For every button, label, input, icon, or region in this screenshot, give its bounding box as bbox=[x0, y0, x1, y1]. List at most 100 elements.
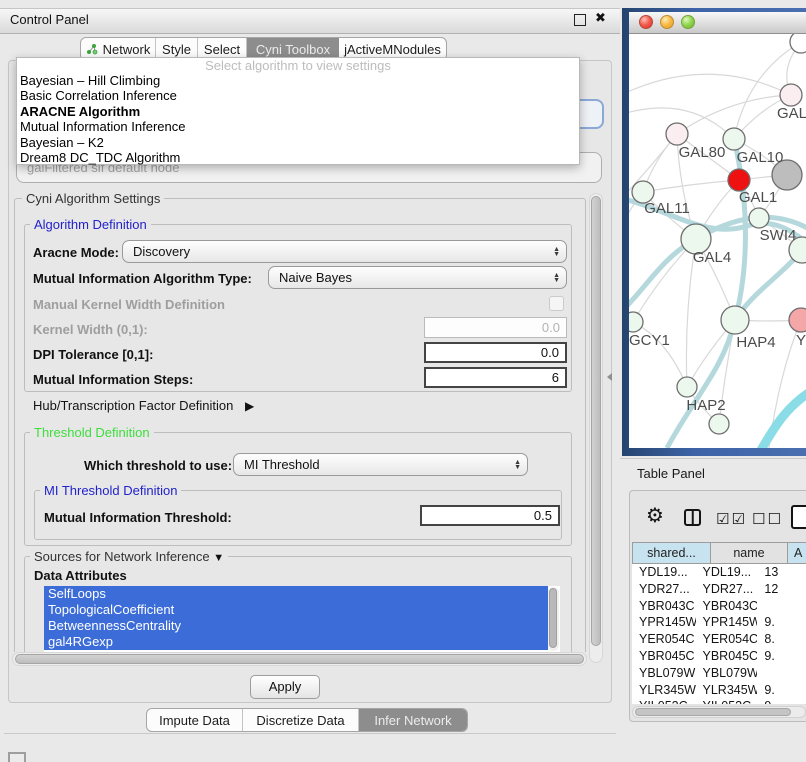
which-threshold-select[interactable]: MI Threshold ▲▼ bbox=[233, 453, 528, 476]
sources-expander[interactable]: Sources for Network Inference ▼ bbox=[30, 549, 228, 564]
gear-icon[interactable]: ⚙ bbox=[646, 505, 664, 527]
node-label: GCY1 bbox=[629, 332, 670, 349]
network-node[interactable] bbox=[780, 84, 802, 106]
corner-grip[interactable] bbox=[8, 752, 26, 762]
tab-label: Style bbox=[162, 42, 191, 57]
scrollbar-thumb[interactable] bbox=[635, 708, 791, 716]
mi-steps-field[interactable]: 6 bbox=[424, 367, 567, 388]
attribute-list-item[interactable]: SelfLoops bbox=[44, 586, 548, 602]
node-label: Y bbox=[796, 332, 806, 349]
mi-algorithm-type-label: Mutual Information Algorithm Type: bbox=[33, 271, 252, 286]
tab-infer-network[interactable]: Infer Network bbox=[359, 709, 467, 731]
table-row[interactable]: YDL19...YDL19...13 bbox=[632, 564, 806, 581]
network-node[interactable] bbox=[789, 308, 806, 332]
tab-label: Infer Network bbox=[374, 713, 451, 728]
column-header-name[interactable]: name bbox=[711, 542, 788, 564]
algorithm-option[interactable]: Basic Correlation Inference bbox=[17, 88, 579, 103]
table-cell: YBR045C bbox=[632, 648, 696, 665]
network-node-gal1[interactable] bbox=[728, 169, 750, 191]
network-node-hap2[interactable] bbox=[677, 377, 697, 397]
spinner-icon: ▲▼ bbox=[553, 247, 560, 257]
table-row[interactable]: YPR145WYPR145W9. bbox=[632, 614, 806, 631]
scrollbar-thumb[interactable] bbox=[549, 588, 557, 648]
table-panel-title: Table Panel bbox=[637, 466, 705, 481]
algorithm-option[interactable]: Dream8 DC_TDC Algorithm bbox=[17, 150, 579, 165]
deselect-all-checkboxes-icon[interactable]: ☐☐ bbox=[752, 510, 783, 528]
network-node-swi4[interactable] bbox=[749, 208, 769, 228]
network-window-titlebar[interactable] bbox=[629, 12, 806, 34]
column-header-shared-name[interactable]: shared... bbox=[632, 542, 711, 564]
table-cell: YBL079W bbox=[632, 665, 696, 682]
table-cell: YBL079W bbox=[696, 665, 758, 682]
zoom-traffic-light[interactable] bbox=[681, 15, 695, 29]
kernel-width-label: Kernel Width (0,1): bbox=[33, 322, 148, 337]
mi-algorithm-type-select[interactable]: Naive Bayes ▲▼ bbox=[268, 266, 567, 289]
which-threshold-value: MI Threshold bbox=[244, 457, 320, 472]
aracne-mode-value: Discovery bbox=[133, 244, 190, 259]
network-node-gcy1[interactable] bbox=[629, 312, 643, 332]
tab-label: Select bbox=[204, 42, 240, 57]
algorithm-option[interactable]: Bayesian – K2 bbox=[17, 135, 579, 150]
table-row[interactable]: YBR043CYBR043C bbox=[632, 598, 806, 615]
bottom-tabs: Impute Data Discretize Data Infer Networ… bbox=[146, 708, 468, 732]
which-threshold-label: Which threshold to use: bbox=[84, 458, 232, 473]
tab-label: Impute Data bbox=[159, 713, 230, 728]
table-row[interactable]: YLR345WYLR345W9. bbox=[632, 682, 806, 699]
table-cell: YPR145W bbox=[696, 614, 758, 631]
close-icon[interactable]: ✖ bbox=[595, 10, 606, 26]
algorithm-option[interactable]: Bayesian – Hill Climbing bbox=[17, 73, 579, 88]
algorithm-dropdown-placeholder: Select algorithm to view settings bbox=[17, 58, 579, 73]
table-row[interactable]: YBL079WYBL079W bbox=[632, 665, 806, 682]
tab-discretize-data[interactable]: Discretize Data bbox=[243, 709, 359, 731]
table-cell: 13 bbox=[757, 564, 806, 581]
scrollbar-thumb[interactable] bbox=[15, 654, 584, 664]
network-node-gal10[interactable] bbox=[723, 128, 745, 150]
network-icon bbox=[86, 43, 98, 55]
node-label: HAP4 bbox=[736, 334, 775, 351]
minimize-traffic-light[interactable] bbox=[660, 15, 674, 29]
settings-group-title: Cyni Algorithm Settings bbox=[22, 191, 164, 206]
table-row[interactable]: YIL052CYIL052C9. bbox=[632, 698, 806, 704]
column-header-clipped[interactable]: A bbox=[788, 542, 806, 564]
table-cell: YBR043C bbox=[696, 598, 758, 615]
algorithm-option[interactable]: Mutual Information Inference bbox=[17, 119, 579, 134]
splitter-handle[interactable] bbox=[607, 373, 612, 381]
node-label: GAL10 bbox=[737, 149, 784, 166]
node-label: GAL bbox=[777, 105, 806, 122]
select-all-checkboxes-icon[interactable]: ☑☑ bbox=[716, 510, 747, 528]
float-window-icon[interactable] bbox=[574, 14, 586, 26]
aracne-mode-select[interactable]: Discovery ▲▼ bbox=[122, 240, 567, 263]
attribute-list-item[interactable]: gal4RGexp bbox=[44, 634, 548, 650]
mi-threshold-field[interactable]: 0.5 bbox=[420, 505, 560, 526]
network-node-gal80[interactable] bbox=[666, 123, 688, 145]
apply-button[interactable]: Apply bbox=[250, 675, 320, 699]
screen: Control Panel ✖ Network Style Select Cyn… bbox=[0, 0, 806, 762]
table-row[interactable]: YDR27...YDR27...12 bbox=[632, 581, 806, 598]
network-node[interactable] bbox=[709, 414, 729, 434]
close-traffic-light[interactable] bbox=[639, 15, 653, 29]
table-cell: YBR043C bbox=[632, 598, 696, 615]
dpi-tolerance-field[interactable]: 0.0 bbox=[424, 342, 567, 363]
table-cell: 12 bbox=[757, 581, 806, 598]
manual-kernel-width-label: Manual Kernel Width Definition bbox=[33, 297, 225, 312]
document-icon[interactable] bbox=[791, 505, 806, 529]
node-label: GAL1 bbox=[739, 189, 777, 206]
data-attributes-list: SelfLoopsTopologicalCoefficientBetweenne… bbox=[44, 586, 560, 652]
hub-definition-expander[interactable]: Hub/Transcription Factor Definition ▶ bbox=[33, 398, 254, 413]
spinner-icon: ▲▼ bbox=[514, 460, 521, 470]
network-node[interactable] bbox=[790, 34, 806, 53]
tab-impute-data[interactable]: Impute Data bbox=[147, 709, 243, 731]
scrollbar-thumb[interactable] bbox=[591, 196, 601, 646]
table-cell: YDR27... bbox=[696, 581, 758, 598]
algorithm-option[interactable]: ARACNE Algorithm bbox=[17, 104, 579, 119]
network-node-hap4[interactable] bbox=[721, 306, 749, 334]
columns-icon[interactable] bbox=[684, 509, 701, 526]
table-row[interactable]: YBR045CYBR045C9. bbox=[632, 648, 806, 665]
chevron-down-icon: ▼ bbox=[213, 552, 224, 564]
attribute-list-item[interactable]: TopologicalCoefficient bbox=[44, 602, 548, 618]
attribute-list-item[interactable]: BetweennessCentrality bbox=[44, 618, 548, 634]
network-canvas[interactable]: GAL GAL80 GAL10 GAL1 GAL11 SWI4 GAL4 GCY… bbox=[629, 34, 806, 448]
table-row[interactable]: YER054CYER054C8. bbox=[632, 631, 806, 648]
table-cell: YDL19... bbox=[696, 564, 758, 581]
table-cell: 9. bbox=[757, 698, 806, 704]
